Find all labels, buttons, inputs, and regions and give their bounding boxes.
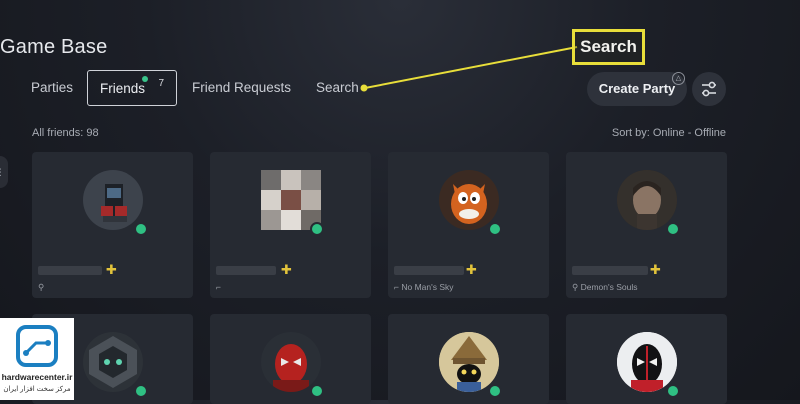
friend-card[interactable]	[210, 314, 371, 404]
friend-activity: ⚲ Demon's Souls	[572, 282, 638, 292]
create-party-label: Create Party	[598, 81, 676, 96]
friend-card[interactable]	[566, 314, 727, 404]
online-status-icon	[310, 384, 324, 398]
online-status-icon	[488, 384, 502, 398]
friend-card[interactable]	[388, 314, 549, 404]
online-status-icon	[134, 222, 148, 236]
arcade-cabinet-icon	[100, 184, 127, 222]
friend-card[interactable]: ✚ ⚲	[32, 152, 193, 298]
circuit-logo-icon	[16, 325, 58, 367]
boot-icon: ⚲	[572, 282, 579, 292]
avatar	[82, 170, 143, 230]
friend-card[interactable]: ✚ ⌐	[210, 152, 371, 298]
tab-friend-requests[interactable]: Friend Requests	[192, 70, 291, 106]
friends-badge-count: 7	[158, 78, 164, 89]
tab-friends[interactable]: Friends 7	[87, 70, 177, 106]
dark-emblem-icon	[88, 336, 137, 388]
online-status-icon	[310, 222, 324, 236]
search-callout-label: Search	[572, 29, 645, 65]
notification-dot-icon	[142, 76, 148, 82]
friend-name-redacted	[38, 266, 102, 275]
friend-name-redacted	[572, 266, 648, 275]
friend-card[interactable]: ✚ ⌐ No Man's Sky	[388, 152, 549, 298]
avatar	[616, 332, 677, 392]
create-party-button[interactable]: Create Party △	[587, 72, 687, 106]
black-mage-icon	[438, 332, 499, 392]
avatar	[616, 170, 677, 230]
watermark-logo: hardwarecenter.ir مرکز سخت افزار ایران	[0, 318, 74, 400]
controller-icon: ⌐	[216, 282, 221, 292]
avatar	[438, 332, 499, 392]
avatar	[260, 332, 321, 392]
friend-name-redacted	[216, 266, 276, 275]
triangle-button-icon: △	[672, 72, 685, 85]
friend-activity: ⌐	[216, 282, 221, 292]
sliders-icon	[702, 81, 716, 97]
friend-name-redacted	[394, 266, 464, 275]
friend-card[interactable]: ✚ ⚲ Demon's Souls	[566, 152, 727, 298]
ps-plus-icon: ✚	[281, 262, 292, 277]
tab-search[interactable]: Search	[316, 70, 359, 106]
ps-plus-icon: ✚	[466, 262, 477, 277]
watermark-tagline: مرکز سخت افزار ایران	[3, 386, 71, 393]
watermark-brand: hardwarecenter.ir	[1, 372, 73, 382]
miles-morales-icon	[616, 332, 677, 392]
online-status-icon	[666, 384, 680, 398]
side-menu-handle[interactable]: ⋮	[0, 156, 8, 188]
ps-plus-icon: ✚	[106, 262, 117, 277]
avatar	[260, 170, 321, 230]
controller-icon: ⌐	[394, 282, 399, 292]
boot-icon: ⚲	[38, 282, 45, 292]
sort-selector[interactable]: Sort by: Online - Offline	[612, 127, 726, 139]
ps-plus-icon: ✚	[650, 262, 661, 277]
tab-parties[interactable]: Parties	[31, 70, 73, 106]
friend-activity: ⚲	[38, 282, 44, 293]
spider-man-icon	[272, 344, 309, 392]
avatar	[82, 332, 143, 392]
filter-button[interactable]	[692, 72, 726, 106]
tab-friends-label: Friends	[100, 81, 146, 96]
page-title: Game Base	[0, 36, 108, 58]
friends-count: All friends: 98	[32, 127, 99, 139]
avatar	[438, 170, 499, 230]
online-status-icon	[488, 222, 502, 236]
friend-activity: ⌐ No Man's Sky	[394, 282, 454, 292]
crash-bandicoot-icon	[450, 184, 487, 224]
online-status-icon	[666, 222, 680, 236]
joel-portrait-icon	[616, 170, 677, 230]
online-status-icon	[134, 384, 148, 398]
